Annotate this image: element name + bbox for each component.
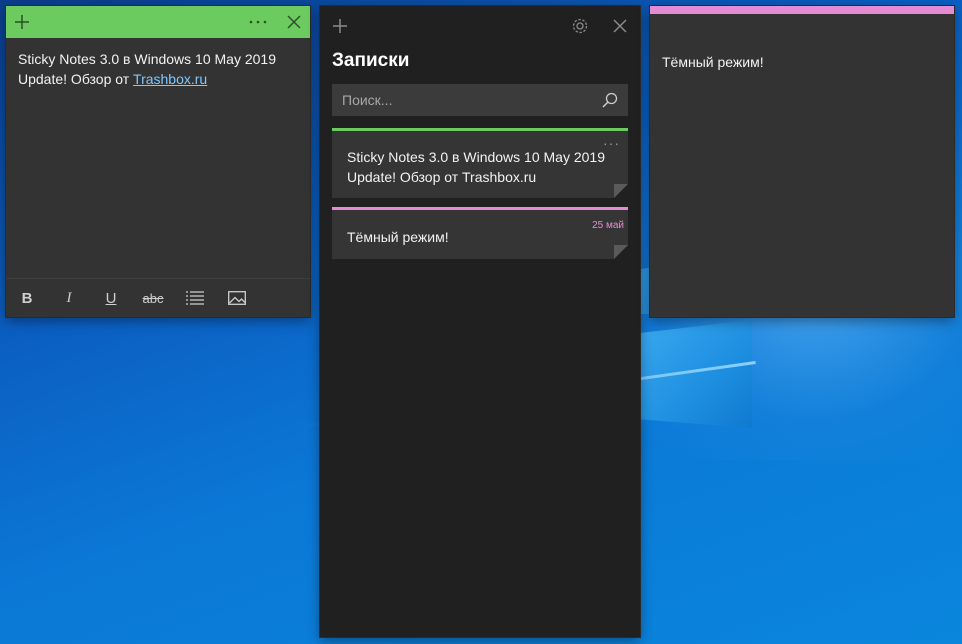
note-color-bar[interactable] xyxy=(650,6,954,14)
image-icon xyxy=(228,291,246,305)
page-fold-icon xyxy=(614,245,628,259)
note-card-pink[interactable]: 25 май Тёмный режим! xyxy=(332,207,628,259)
note-text: Тёмный режим! xyxy=(662,54,764,70)
gear-icon xyxy=(572,18,588,34)
card-text: Тёмный режим! xyxy=(347,229,449,245)
bold-button[interactable]: B xyxy=(6,279,48,317)
notes-list-window: Записки Поиск... ··· Sticky Notes 3.0 в … xyxy=(320,6,640,637)
close-icon xyxy=(287,15,301,29)
sticky-note-green: Sticky Notes 3.0 в Windows 10 May 2019 U… xyxy=(6,6,310,317)
new-note-button[interactable] xyxy=(324,10,356,42)
close-note-button[interactable] xyxy=(278,6,310,38)
list-title: Записки xyxy=(332,50,410,71)
card-menu-button[interactable]: ··· xyxy=(603,133,620,153)
bullet-list-button[interactable] xyxy=(174,279,216,317)
card-date: 25 май xyxy=(592,220,624,231)
note-text-area[interactable]: Sticky Notes 3.0 в Windows 10 May 2019 U… xyxy=(6,38,310,100)
italic-button[interactable]: I xyxy=(48,279,90,317)
underline-button[interactable]: U xyxy=(90,279,132,317)
new-note-button[interactable] xyxy=(6,6,38,38)
close-icon xyxy=(613,19,627,33)
bold-icon: B xyxy=(21,289,33,307)
format-toolbar: B I U abc xyxy=(6,278,310,317)
insert-image-button[interactable] xyxy=(216,279,258,317)
note-menu-button[interactable] xyxy=(242,6,274,38)
search-input[interactable]: Поиск... xyxy=(332,84,628,116)
plus-icon xyxy=(15,15,29,29)
note-text-area[interactable]: Тёмный режим! xyxy=(650,14,954,72)
sticky-note-pink: Тёмный режим! xyxy=(650,6,954,317)
card-text-line1: Sticky Notes 3.0 в Windows 10 May 2019 xyxy=(347,149,605,165)
underline-icon: U xyxy=(105,289,117,307)
plus-icon xyxy=(333,19,347,33)
close-list-button[interactable] xyxy=(604,10,636,42)
page-fold-icon xyxy=(614,184,628,198)
strikethrough-icon: abc xyxy=(142,290,164,306)
search-icon[interactable] xyxy=(602,92,618,108)
italic-icon: I xyxy=(66,289,72,306)
note-titlebar xyxy=(6,6,310,38)
strikethrough-button[interactable]: abc xyxy=(132,279,174,317)
note-card-green[interactable]: ··· Sticky Notes 3.0 в Windows 10 May 20… xyxy=(332,128,628,198)
list-icon xyxy=(186,291,204,305)
note-link[interactable]: Trashbox.ru xyxy=(133,71,207,87)
note-text-line2: Update! Обзор от xyxy=(18,71,134,87)
note-text-line1: Sticky Notes 3.0 в Windows 10 May 2019 xyxy=(18,51,276,67)
more-icon xyxy=(249,20,267,24)
card-text-line2: Update! Обзор от Trashbox.ru xyxy=(347,169,537,185)
search-placeholder: Поиск... xyxy=(342,92,393,108)
settings-button[interactable] xyxy=(564,10,596,42)
